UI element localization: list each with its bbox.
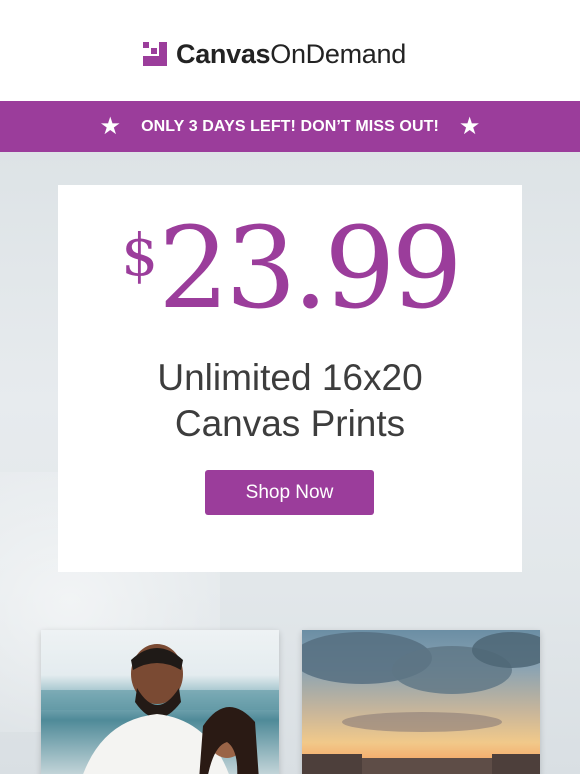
couple-illustration: [41, 644, 279, 774]
brand-name: CanvasOnDemand: [176, 39, 406, 70]
logo-pixel-icon: [143, 42, 167, 66]
price-amount: 23.99: [158, 204, 463, 334]
star-icon: ★: [458, 112, 481, 140]
couple-photo[interactable]: [41, 630, 279, 774]
banner-text: ONLY 3 DAYS LEFT! DON’T MISS OUT!: [141, 117, 439, 135]
star-icon: ★: [99, 112, 122, 140]
tagline-line-1: Unlimited 16x20: [157, 357, 423, 398]
hero-section: $23.99 Unlimited 16x20 Canvas Prints Sho…: [0, 152, 580, 774]
shop-now-button[interactable]: Shop Now: [205, 470, 374, 515]
promo-banner: ★ ONLY 3 DAYS LEFT! DON’T MISS OUT! ★: [0, 101, 580, 152]
brand-logo[interactable]: CanvasOnDemand: [143, 38, 406, 70]
tagline-line-2: Canvas Prints: [174, 403, 406, 444]
offer-card: $23.99 Unlimited 16x20 Canvas Prints Sho…: [58, 185, 522, 572]
brand-name-bold: Canvas: [176, 38, 271, 69]
sunset-photo[interactable]: [302, 630, 540, 774]
price-currency: $: [121, 221, 159, 289]
offer-tagline: Unlimited 16x20 Canvas Prints: [58, 355, 522, 447]
price: $23.99: [58, 213, 522, 325]
sunset-illustration: [302, 632, 540, 774]
brand-name-regular: OnDemand: [270, 38, 406, 69]
email-header: CanvasOnDemand: [0, 0, 580, 101]
